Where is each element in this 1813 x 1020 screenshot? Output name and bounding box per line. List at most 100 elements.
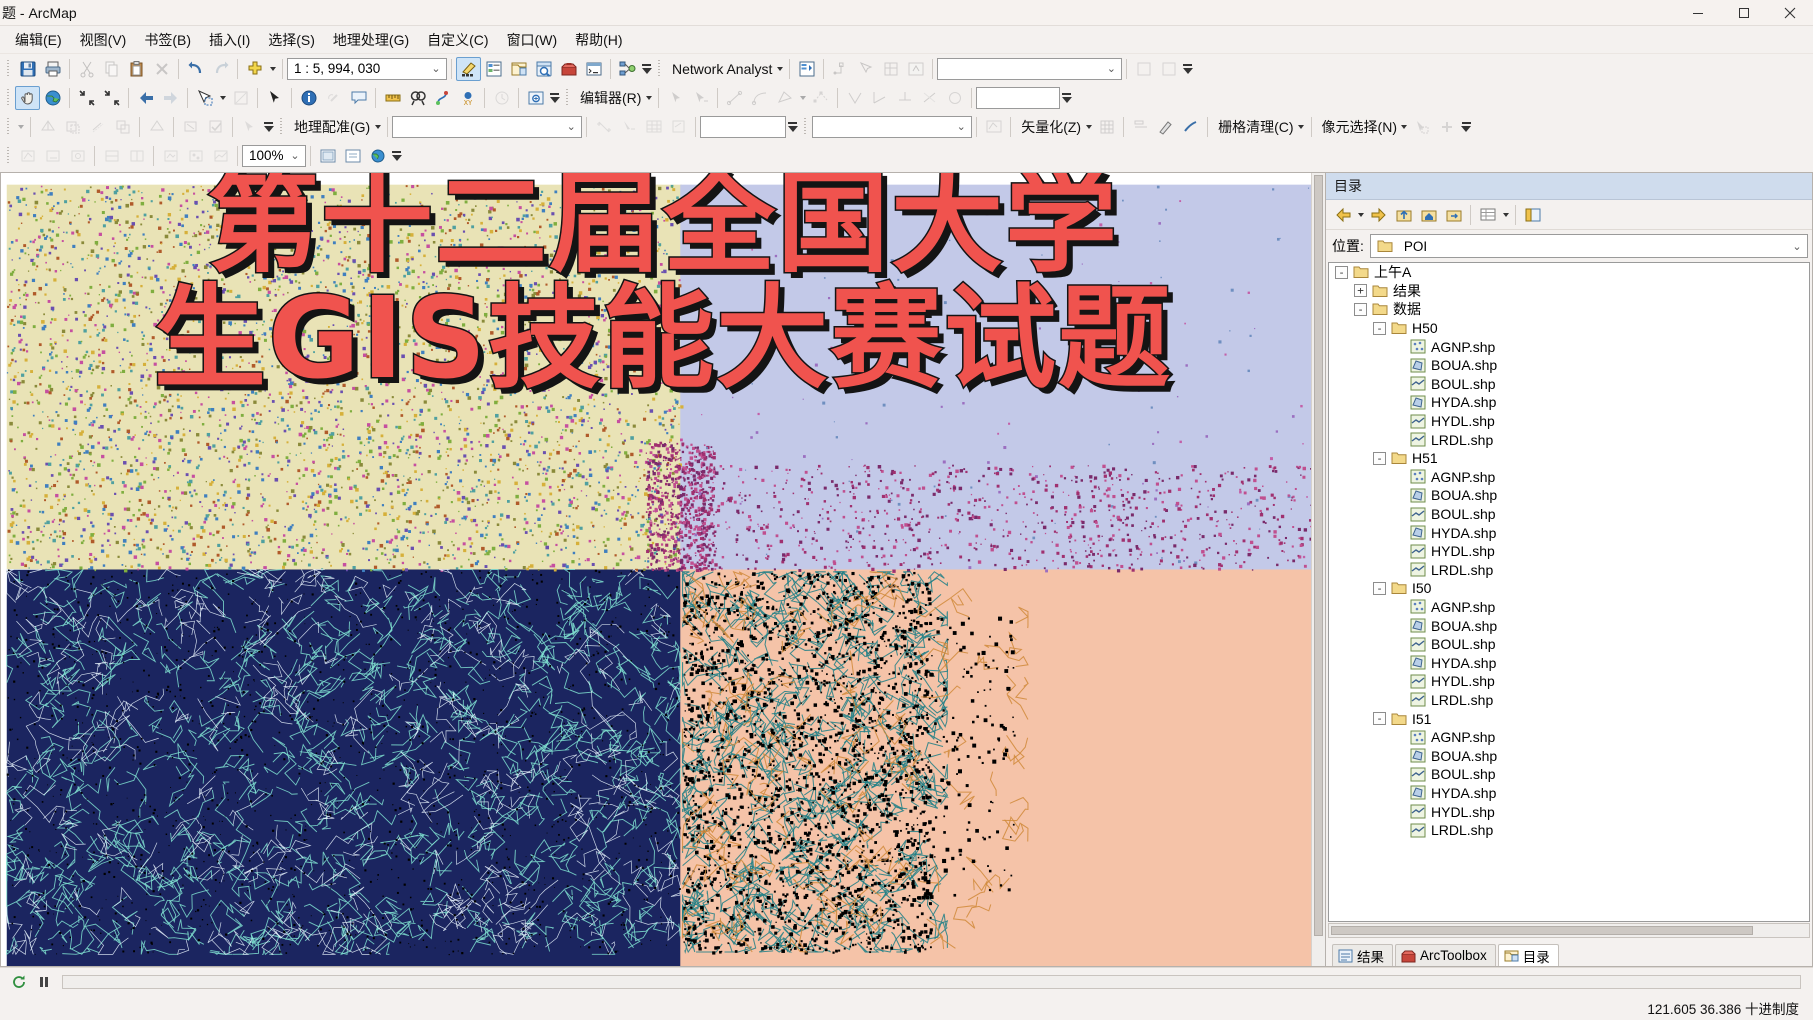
vectorization-trace-icon[interactable] <box>1128 115 1153 139</box>
toolbar-grip[interactable] <box>5 88 12 108</box>
select-link-icon[interactable] <box>616 115 641 139</box>
edit-annotation-tool-icon[interactable] <box>688 86 713 110</box>
python-window-icon[interactable] <box>581 57 606 81</box>
editor-menu-dropdown-icon[interactable] <box>643 86 654 110</box>
tree-item[interactable]: BOUL.shp <box>1329 505 1809 524</box>
map-view[interactable]: 第十二届全国大学 生GIS技能大赛试题 <box>0 172 1325 967</box>
view-type-dropdown-icon[interactable] <box>1500 203 1511 227</box>
snap-edit-3-icon[interactable] <box>65 144 90 168</box>
raster-erase-icon[interactable] <box>1178 115 1203 139</box>
network-analyst-window-icon[interactable] <box>794 57 819 81</box>
home-icon[interactable] <box>1416 203 1441 227</box>
print-icon[interactable] <box>40 57 65 81</box>
toolbar-grip[interactable] <box>802 117 809 137</box>
tree-item[interactable]: BOUA.shp <box>1329 616 1809 635</box>
collapse-toggle-icon[interactable]: - <box>1373 581 1386 595</box>
georeferencing-value-combo[interactable] <box>700 115 787 138</box>
georeferencing-layer-combo[interactable]: ⌄ <box>392 115 583 138</box>
chevron-down-icon[interactable]: ⌄ <box>1103 62 1119 75</box>
hyperlink-icon[interactable] <box>321 86 346 110</box>
find-route-icon[interactable] <box>430 86 455 110</box>
tree-item[interactable]: BOUA.shp <box>1329 356 1809 375</box>
tree-item[interactable]: - H51 <box>1329 449 1809 468</box>
chevron-down-icon[interactable]: ⌄ <box>428 62 444 75</box>
tab-results[interactable]: 结果 <box>1332 944 1393 966</box>
tree-item[interactable]: - I51 <box>1329 709 1809 728</box>
auto-registration-icon[interactable] <box>666 115 691 139</box>
vectorization-dropdown-icon[interactable] <box>1083 115 1094 139</box>
tab-arctoolbox[interactable]: ArcToolbox <box>1395 944 1496 966</box>
tree-item[interactable]: HYDA.shp <box>1329 393 1809 412</box>
redo-icon[interactable] <box>208 57 233 81</box>
paste-icon[interactable] <box>124 57 149 81</box>
reshape-feature-icon[interactable] <box>178 115 203 139</box>
select-features-icon[interactable] <box>192 86 217 110</box>
tab-catalog[interactable]: 目录 <box>1497 944 1559 966</box>
attributes-window-icon[interactable] <box>237 115 262 139</box>
tree-item[interactable]: LRDL.shp <box>1329 430 1809 449</box>
collapse-toggle-icon[interactable]: - <box>1373 451 1386 465</box>
tree-item[interactable]: HYDA.shp <box>1329 784 1809 803</box>
undo-icon[interactable] <box>183 57 208 81</box>
back-icon[interactable] <box>1330 203 1355 227</box>
directions-window-icon[interactable] <box>903 57 928 81</box>
tree-item[interactable]: BOUL.shp <box>1329 375 1809 394</box>
tree-item[interactable]: - I50 <box>1329 579 1809 598</box>
find-icon[interactable] <box>405 86 430 110</box>
add-control-points-icon[interactable] <box>591 115 616 139</box>
vectorization-menu-label[interactable]: 矢量化(Z) <box>1015 117 1083 137</box>
network-analyst-label[interactable]: Network Analyst <box>666 61 774 77</box>
view-link-table-icon[interactable] <box>641 115 666 139</box>
menu-selection[interactable]: 选择(S) <box>259 26 324 54</box>
merge-icon[interactable] <box>144 115 169 139</box>
toolbar-overflow-icon[interactable] <box>548 87 561 109</box>
edit-tool-icon[interactable] <box>663 86 688 110</box>
menu-insert[interactable]: 插入(I) <box>200 26 259 54</box>
toolbar-overflow-icon[interactable] <box>262 116 275 138</box>
tree-item[interactable]: HYDA.shp <box>1329 653 1809 672</box>
vectorization-settings-icon[interactable] <box>981 115 1006 139</box>
pixel-select-tool-icon[interactable] <box>1410 115 1435 139</box>
clip-icon[interactable] <box>60 115 85 139</box>
tree-item[interactable]: HYDL.shp <box>1329 802 1809 821</box>
tree-item[interactable]: BOUA.shp <box>1329 746 1809 765</box>
menu-customize[interactable]: 自定义(C) <box>418 26 497 54</box>
toolbar-grip[interactable] <box>5 117 12 137</box>
toolbar-overflow-icon[interactable] <box>390 145 403 167</box>
snap-edit-2-icon[interactable] <box>40 144 65 168</box>
cut-icon[interactable] <box>74 57 99 81</box>
advanced-edit-dropdown-icon[interactable] <box>15 115 26 139</box>
chevron-down-icon[interactable]: ⌄ <box>953 120 969 133</box>
copy-icon[interactable] <box>99 57 124 81</box>
build-network-icon[interactable] <box>878 57 903 81</box>
minimize-icon[interactable] <box>1675 0 1721 26</box>
zoom-in-fixed-icon[interactable] <box>74 86 99 110</box>
clear-selection-icon[interactable] <box>228 86 253 110</box>
tree-item[interactable]: AGNP.shp <box>1329 337 1809 356</box>
network-analyst-dropdown-icon[interactable] <box>774 57 785 81</box>
effects-1-icon[interactable] <box>99 144 124 168</box>
catalog-window-icon[interactable] <box>506 57 531 81</box>
pause-icon[interactable] <box>31 970 56 994</box>
time-slider-icon[interactable] <box>489 86 514 110</box>
measure-icon[interactable] <box>380 86 405 110</box>
tree-item[interactable]: LRDL.shp <box>1329 821 1809 840</box>
table-of-contents-icon[interactable] <box>481 57 506 81</box>
construct-polygon-dropdown-icon[interactable] <box>797 86 808 110</box>
toolbar-overflow-icon[interactable] <box>1181 58 1194 80</box>
toolbar-grip[interactable] <box>656 59 663 79</box>
menu-view[interactable]: 视图(V) <box>71 26 136 54</box>
effects-4-icon[interactable] <box>183 144 208 168</box>
collapse-toggle-icon[interactable]: - <box>1373 321 1386 335</box>
pixel-add-icon[interactable] <box>1435 115 1460 139</box>
close-icon[interactable] <box>1767 0 1813 26</box>
georeferencing-menu-label[interactable]: 地理配准(G) <box>288 117 372 137</box>
validate-features-icon[interactable] <box>203 115 228 139</box>
pan-icon[interactable] <box>15 85 40 110</box>
distance-distance-icon[interactable] <box>917 86 942 110</box>
tree-item[interactable]: HYDL.shp <box>1329 672 1809 691</box>
pixel-selection-menu-label[interactable]: 像元选择(N) <box>1316 117 1399 137</box>
toolbar-overflow-icon[interactable] <box>1060 87 1073 109</box>
toolbar-overflow-icon[interactable] <box>640 58 653 80</box>
editor-toolbar-toggle-icon[interactable] <box>456 56 481 81</box>
